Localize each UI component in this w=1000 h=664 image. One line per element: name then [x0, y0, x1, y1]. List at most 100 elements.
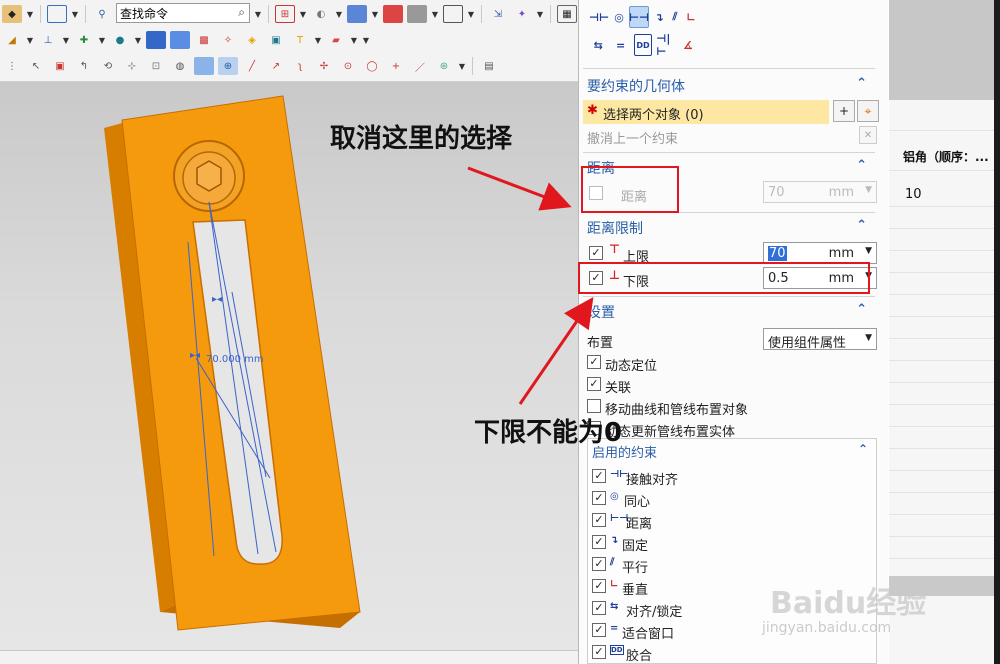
- curve-icon[interactable]: ⊹: [122, 57, 142, 75]
- shade-icon[interactable]: ◐: [311, 5, 331, 23]
- chevron-down-icon[interactable]: ▼: [865, 333, 872, 343]
- concentric-icon[interactable]: ◎: [613, 6, 625, 28]
- chevron-down-icon[interactable]: ▼: [62, 31, 70, 49]
- associative-checkbox[interactable]: ✓: [587, 377, 601, 391]
- parallel-icon[interactable]: ⫽: [669, 6, 681, 28]
- circle-icon[interactable]: ◯: [362, 57, 382, 75]
- circle-icon[interactable]: ⟲: [98, 57, 118, 75]
- line-icon[interactable]: ↖: [26, 57, 46, 75]
- wave-icon[interactable]: ◈: [242, 31, 262, 49]
- crosshair-icon[interactable]: ⌖: [857, 100, 879, 122]
- align-lock-icon[interactable]: ⇆: [589, 34, 607, 56]
- chevron-up-icon[interactable]: ⌃: [856, 76, 867, 91]
- render-icon[interactable]: ✦: [512, 5, 532, 23]
- table-icon[interactable]: ▦: [557, 5, 577, 23]
- chevron-down-icon[interactable]: ▼: [98, 31, 106, 49]
- chevron-down-icon[interactable]: ▼: [431, 5, 439, 23]
- display-icon[interactable]: ◍: [170, 57, 190, 75]
- hide-icon[interactable]: [194, 57, 214, 75]
- chevron-down-icon[interactable]: ▼: [26, 31, 34, 49]
- line-icon[interactable]: ╱: [242, 57, 262, 75]
- chevron-down-icon[interactable]: ▼: [865, 246, 872, 256]
- chevron-down-icon[interactable]: ▼: [299, 5, 307, 23]
- chevron-down-icon[interactable]: ▼: [314, 31, 322, 49]
- distance-value-field[interactable]: 70 mm ▼: [763, 181, 877, 203]
- filter-icon[interactable]: ⚲: [92, 5, 112, 23]
- chevron-up-icon[interactable]: ⌃: [856, 302, 867, 317]
- upper-limit-checkbox[interactable]: ✓: [589, 246, 603, 260]
- chevron-up-icon[interactable]: ⌃: [858, 442, 868, 456]
- spline-icon[interactable]: ʅ: [290, 57, 310, 75]
- orient-icon[interactable]: ⇲: [488, 5, 508, 23]
- distance-limit-section-header[interactable]: 距离限制 ⌃: [579, 214, 879, 240]
- geometry-section-header[interactable]: 要约束的几何体 ⌃: [579, 72, 879, 98]
- chevron-down-icon[interactable]: ▼: [134, 31, 142, 49]
- move-curves-checkbox[interactable]: [587, 399, 601, 413]
- fix-icon[interactable]: ↴: [653, 6, 665, 28]
- perpendicular-icon[interactable]: ∟: [685, 6, 697, 28]
- curve-icon[interactable]: ↗: [266, 57, 286, 75]
- point-icon[interactable]: +: [386, 57, 406, 75]
- chevron-down-icon[interactable]: ▼: [350, 31, 358, 49]
- line-icon[interactable]: ／: [410, 57, 430, 75]
- layout-select[interactable]: 使用组件属性 ▼: [763, 328, 877, 351]
- select-objects-row[interactable]: ✱ 选择两个对象 (0): [583, 100, 829, 124]
- view-icon[interactable]: ⊞: [275, 5, 295, 23]
- sketch-icon[interactable]: ◢: [2, 31, 22, 49]
- center-icon[interactable]: ⊣|⊢: [656, 32, 674, 58]
- select-icon[interactable]: [47, 5, 67, 23]
- chevron-down-icon[interactable]: ▼: [26, 5, 34, 23]
- snap-grid-icon[interactable]: ⊡: [146, 57, 166, 75]
- chevron-down-icon[interactable]: ▼: [865, 185, 872, 195]
- search-icon[interactable]: ⌕: [238, 5, 245, 20]
- chevron-up-icon[interactable]: ⌃: [856, 158, 867, 173]
- circle-icon[interactable]: ⊙: [338, 57, 358, 75]
- mate-icon[interactable]: ●: [110, 31, 130, 49]
- explode-icon[interactable]: ✧: [218, 31, 238, 49]
- chevron-down-icon[interactable]: ▼: [71, 5, 79, 23]
- model-canvas[interactable]: ▸◂ ▸◂ 70.000 mm: [0, 82, 580, 650]
- chevron-down-icon[interactable]: ▼: [335, 5, 343, 23]
- touch-align-icon[interactable]: ⊣⊢: [589, 6, 609, 28]
- bond-icon[interactable]: DD: [633, 34, 653, 56]
- snap-icon[interactable]: T: [290, 31, 310, 49]
- measure-icon[interactable]: ⊛: [434, 57, 454, 75]
- window-icon[interactable]: [443, 5, 463, 23]
- table-icon[interactable]: ▤: [479, 57, 499, 75]
- chevron-down-icon[interactable]: ▼: [254, 5, 262, 23]
- constraint-checkbox[interactable]: ✓: [592, 491, 606, 505]
- settings-section-header[interactable]: 设置 ⌃: [579, 298, 879, 324]
- constraint-checkbox[interactable]: ✓: [592, 645, 606, 659]
- constraint-checkbox[interactable]: ✓: [592, 469, 606, 483]
- box-icon[interactable]: [383, 5, 403, 23]
- layer-icon[interactable]: [407, 5, 427, 23]
- chevron-down-icon[interactable]: ▼: [467, 5, 475, 23]
- chevron-down-icon[interactable]: ▼: [536, 5, 544, 23]
- constraint-checkbox[interactable]: ✓: [592, 557, 606, 571]
- constraint-checkbox[interactable]: ✓: [592, 579, 606, 593]
- chevron-down-icon[interactable]: ▼: [458, 57, 466, 75]
- constraint-checkbox[interactable]: ✓: [592, 513, 606, 527]
- upper-limit-field[interactable]: 70 mm ▼: [763, 242, 877, 264]
- command-search-input[interactable]: [117, 4, 225, 22]
- array-icon[interactable]: [170, 31, 190, 49]
- arc-icon[interactable]: ▣: [50, 57, 70, 75]
- graphics-viewport[interactable]: ▸◂ ▸◂ 70.000 mm: [0, 82, 580, 650]
- assembly-icon[interactable]: ◆: [2, 5, 22, 23]
- chevron-down-icon[interactable]: ▼: [371, 5, 379, 23]
- distance-icon[interactable]: ⊢⊣: [629, 6, 649, 28]
- add-selection-button[interactable]: +: [833, 100, 855, 122]
- constraint-checkbox[interactable]: ✓: [592, 601, 606, 615]
- point-icon[interactable]: ✢: [314, 57, 334, 75]
- chevron-up-icon[interactable]: ⌃: [856, 218, 867, 233]
- move-icon[interactable]: [146, 31, 166, 49]
- undo-last-constraint[interactable]: 撤消上一个约束: [587, 128, 678, 147]
- angle-icon[interactable]: ∡: [679, 34, 697, 56]
- dynamic-positioning-checkbox[interactable]: ✓: [587, 355, 601, 369]
- undo-icon[interactable]: ✕: [859, 126, 877, 144]
- brush-icon[interactable]: ▣: [266, 31, 286, 49]
- command-search[interactable]: ⌕: [116, 3, 250, 23]
- datum-icon[interactable]: ⊥: [38, 31, 58, 49]
- component-icon[interactable]: ✚: [74, 31, 94, 49]
- point-icon[interactable]: ⋮: [2, 57, 22, 75]
